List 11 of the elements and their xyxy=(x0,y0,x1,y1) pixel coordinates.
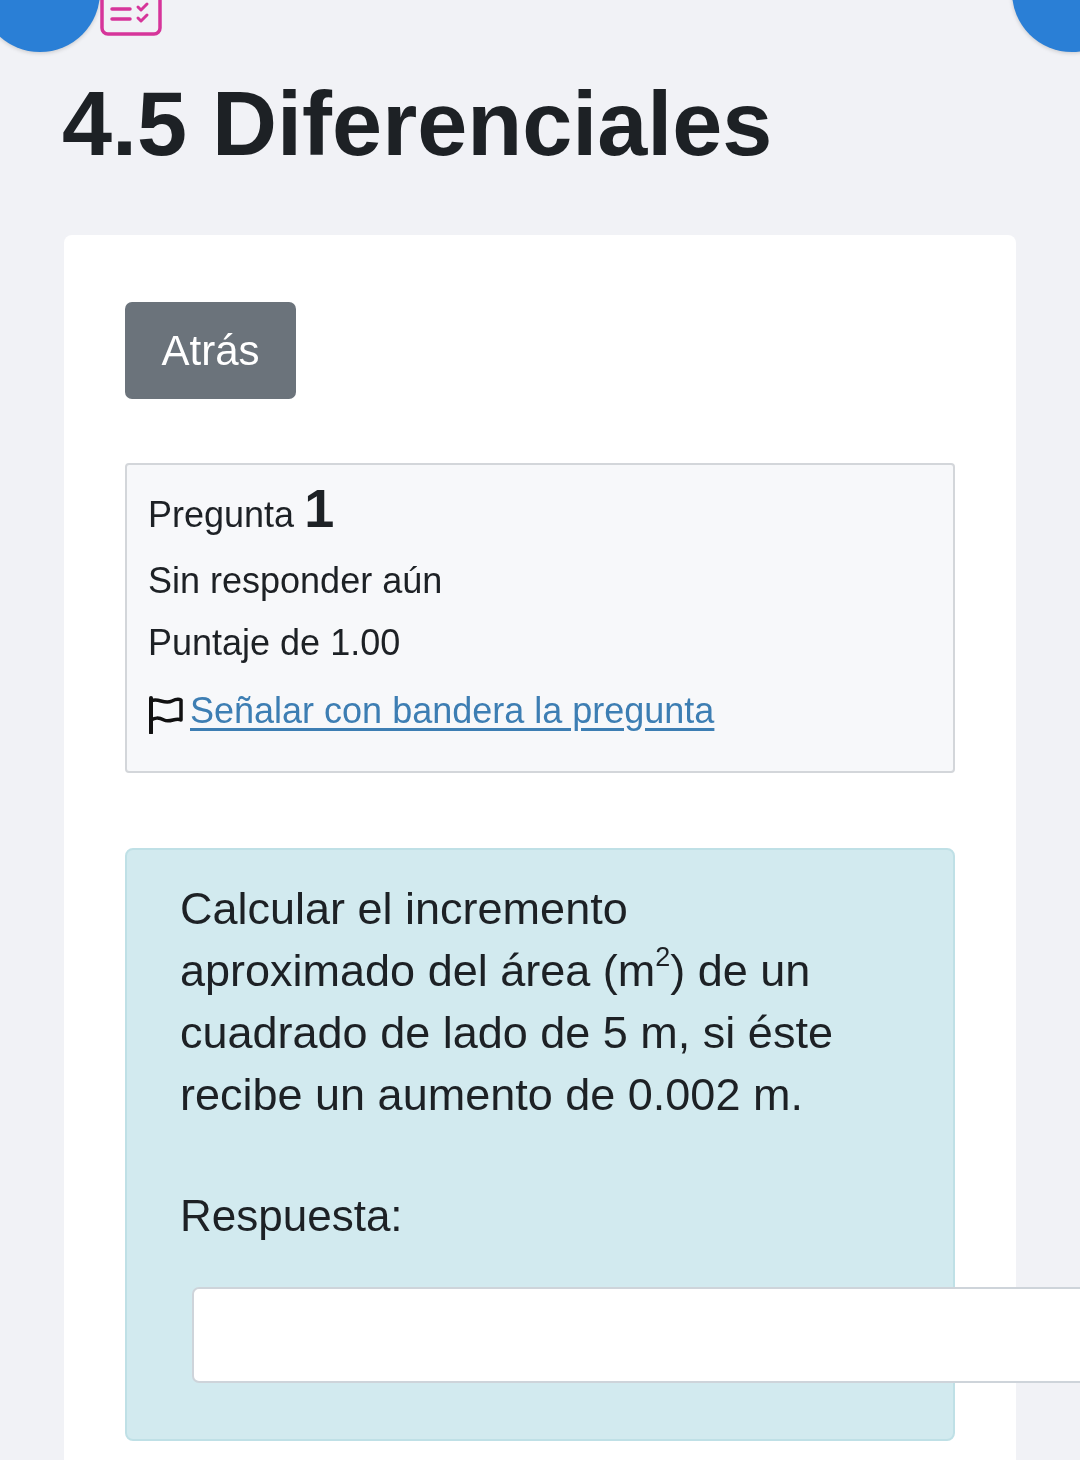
flag-icon[interactable] xyxy=(148,696,184,734)
flag-question-link[interactable]: Señalar con bandera la pregunta xyxy=(190,684,715,738)
page-title: 4.5 Diferenciales xyxy=(61,73,774,176)
answer-input-field[interactable] xyxy=(192,1287,1080,1383)
question-text: Calcular el incremento aproximado del área (m$^{2}$) de un cuadrado de lado de 5 m, si éste recibe un aumento de 0.002 m. xyxy=(180,882,834,1122)
question-status: Sin responder aún xyxy=(148,559,444,603)
answer-label: Respuesta: xyxy=(180,1190,404,1242)
checklist-icon xyxy=(100,0,162,36)
question-heading: Pregunta 1 xyxy=(148,477,336,540)
back-button[interactable]: Atrás xyxy=(125,302,296,399)
question-score: Puntaje de 1.00 xyxy=(148,621,402,665)
